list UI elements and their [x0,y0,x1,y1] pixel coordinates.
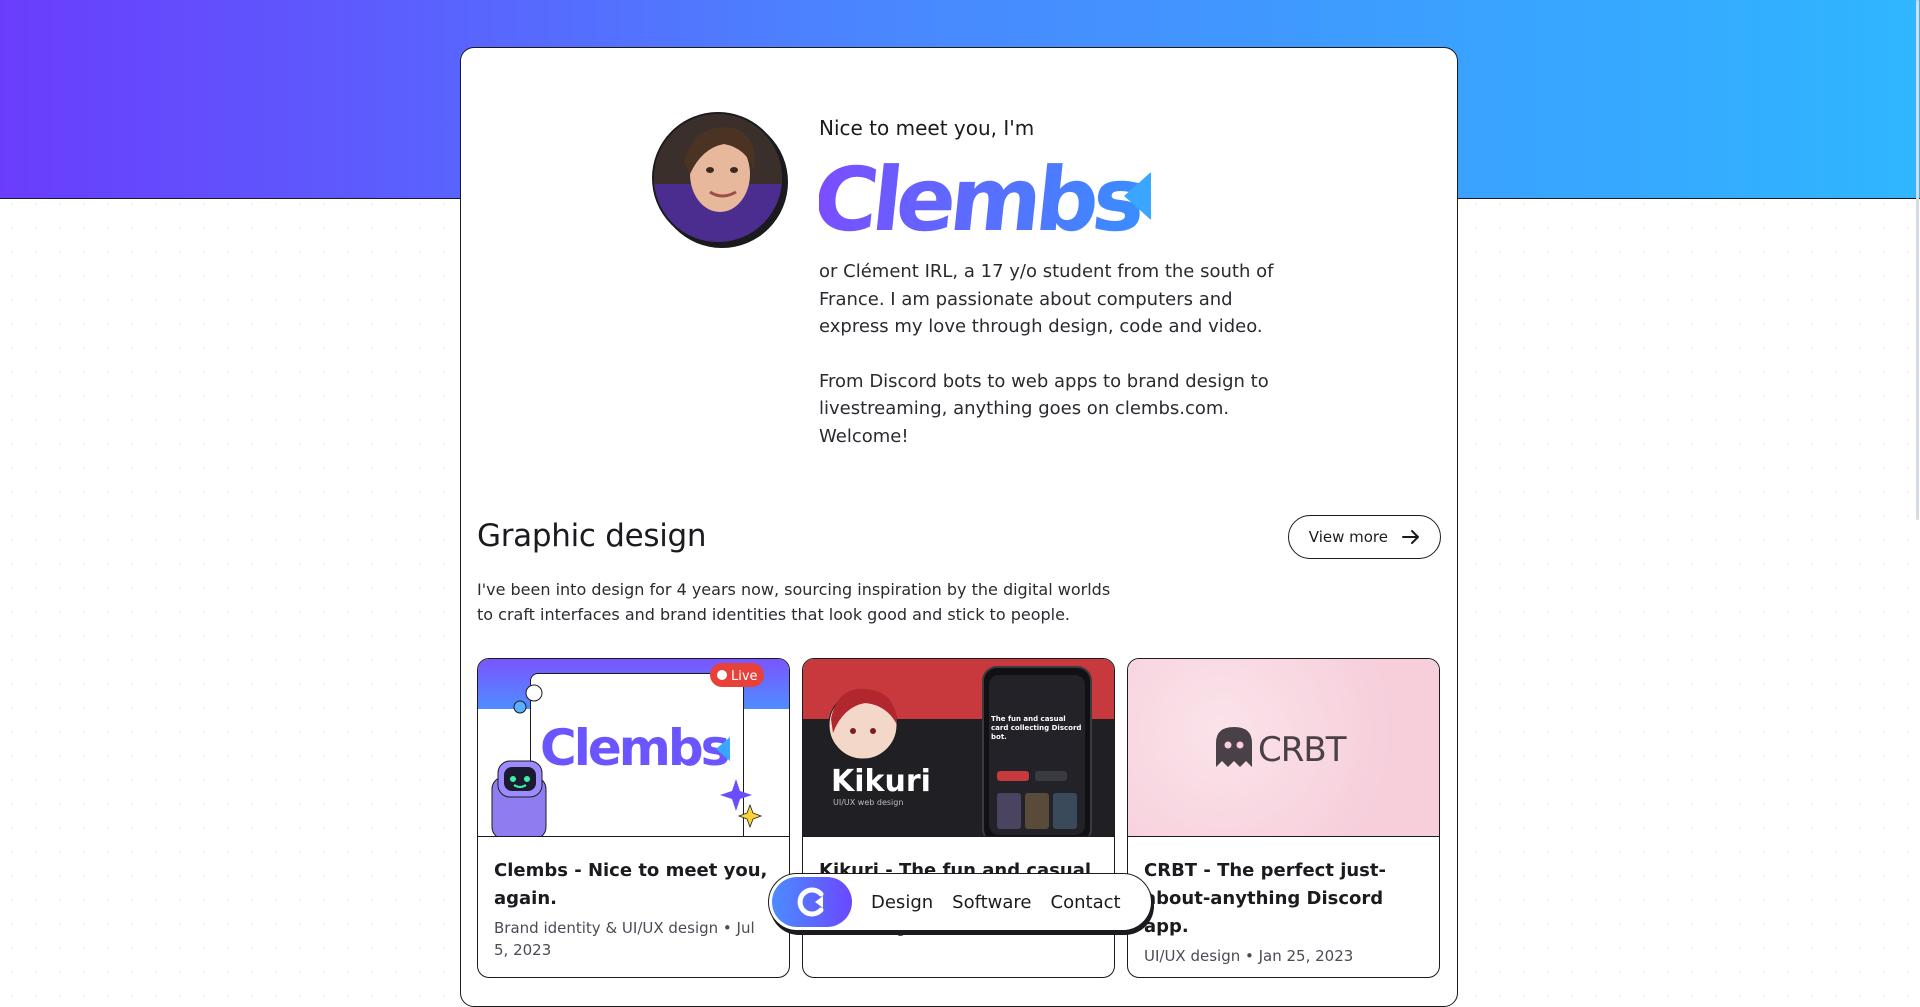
bio-paragraph-1: or Clément IRL, a 17 y/o student from th… [819,261,1274,337]
avatar [652,112,784,244]
phone-headline: The fun and casual card collecting Disco… [991,715,1082,741]
main-card: Nice to meet you, I'm Clembs or Clément … [460,47,1458,1007]
phone-mockup: The fun and casual card collecting Disco… [982,666,1092,836]
greeting: Nice to meet you, I'm [819,116,1035,140]
avatar-photo [654,114,782,242]
project-meta: UI/UX design • Jan 25, 2023 [1144,947,1354,965]
project-thumbnail: Kikuri UI/UX web design The fun and casu… [803,659,1114,837]
crbt-logo-text: CRBT [1258,730,1347,770]
arrow-right-icon [1402,530,1419,544]
view-more-button[interactable]: View more [1287,515,1441,559]
bio-paragraph-2: From Discord bots to web apps to brand d… [819,370,1269,447]
project-card-clembs[interactable]: Clembs Live Clembs - Nice to meet you, a… [477,658,790,978]
clembs-logo: Clembs [809,148,1289,251]
project-thumbnail: CRBT [1128,659,1439,837]
view-more-label: View more [1308,528,1388,546]
robot-mascot-icon [491,760,547,836]
project-meta: Brand identity & UI/UX design • Jul 5, 2… [494,919,755,959]
thumb-logo-text: Clembs [540,719,729,777]
project-title: CRBT - The perfect just-about-anything D… [1144,860,1386,937]
live-badge-label: Live [731,669,758,684]
project-title: Clembs - Nice to meet you, again. [494,860,768,909]
nav-link-design[interactable]: Design [871,892,933,913]
nav-link-contact[interactable]: Contact [1051,892,1121,913]
section-description: I've been into design for 4 years now, s… [477,580,1111,624]
clembs-c-icon [797,887,824,917]
scrollbar[interactable] [1914,0,1920,946]
scrollbar-thumb[interactable] [1916,0,1919,520]
clembs-logo-text: Clembs [819,152,1147,240]
sparkle-icon [720,779,752,811]
intro: Nice to meet you, I'm Clembs or Clément … [809,116,1289,477]
nav-link-software[interactable]: Software [952,892,1031,913]
project-thumbnail: Clembs Live [478,659,789,837]
home-logo-button[interactable] [772,877,852,927]
section-title-graphic-design: Graphic design [477,518,707,554]
project-card-crbt[interactable]: CRBT CRBT - The perfect just-about-anyth… [1127,658,1440,978]
kikuri-thumb-title: Kikuri [831,764,931,799]
kikuri-thumb-subtitle: UI/UX web design [833,798,903,807]
crbt-ghost-icon [1216,727,1252,767]
bottom-nav-dock: Design Software Contact [768,873,1152,931]
